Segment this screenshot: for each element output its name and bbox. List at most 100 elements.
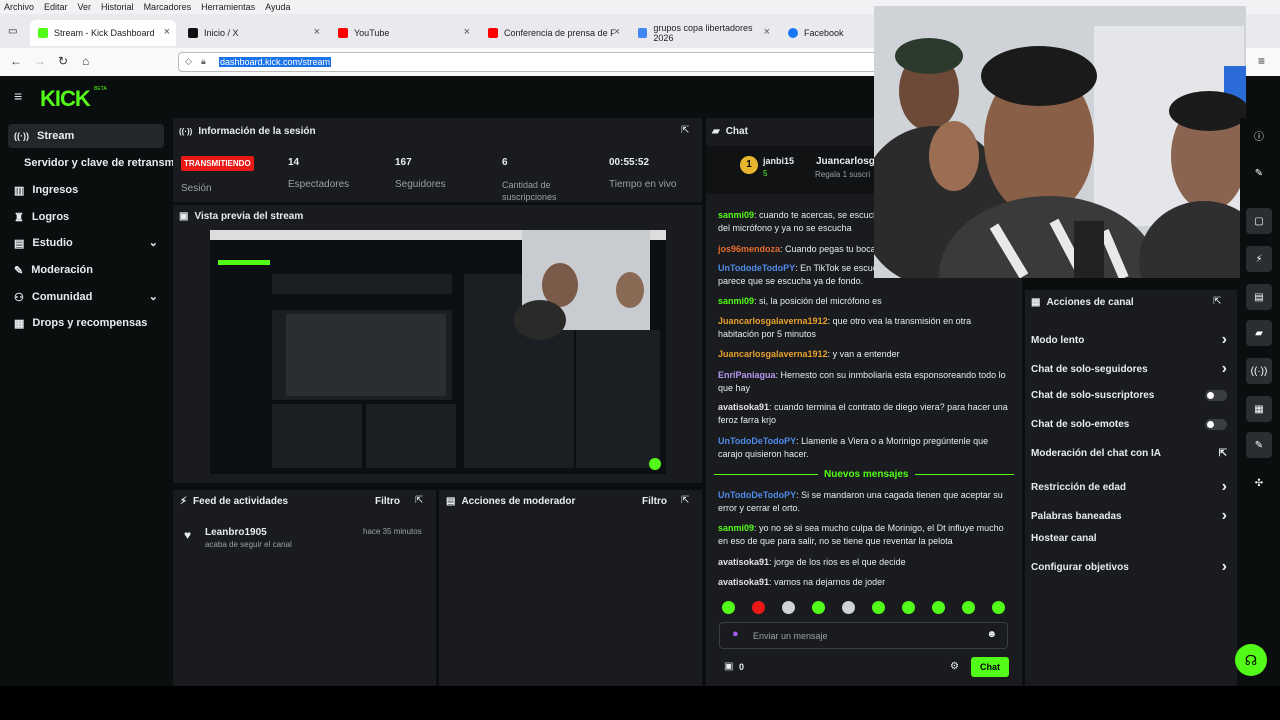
chat-username[interactable]: sanmi09 <box>718 296 754 306</box>
chevron-right-icon[interactable]: › <box>1222 331 1227 349</box>
channel-action-item[interactable]: Restricción de edad › <box>1031 478 1227 496</box>
sidebar-item-logros[interactable]: ♜ Logros <box>8 205 164 229</box>
channel-action-item[interactable]: Chat de solo-seguidores › <box>1031 360 1227 378</box>
pinned-user-2[interactable]: Juancarlosg <box>816 156 875 167</box>
chat-username[interactable]: UnTododeTodoPY <box>718 263 795 273</box>
sidebar-item-comunidad[interactable]: ⚇ Comunidad ⌄ <box>8 285 164 309</box>
chevron-right-icon[interactable]: › <box>1222 558 1227 576</box>
expand-icon[interactable]: ⇱ <box>681 495 689 506</box>
channel-action-item[interactable]: Modo lento › <box>1031 331 1227 349</box>
chevron-down-icon[interactable]: ⌄ <box>149 290 158 303</box>
sidebar-item-stream[interactable]: ((·)) Stream <box>8 124 164 148</box>
chevron-right-icon[interactable]: › <box>1222 478 1227 496</box>
toggle-switch[interactable] <box>1205 419 1227 430</box>
sidebar-item-estudio[interactable]: ▤ Estudio ⌄ <box>8 231 164 255</box>
tab-list-icon[interactable]: ▭ <box>8 26 17 37</box>
chevron-down-icon[interactable]: ⌄ <box>149 236 158 249</box>
emote-icon[interactable] <box>812 601 825 614</box>
menu-editar[interactable]: Editar <box>44 2 68 12</box>
tab-x[interactable]: Inicio / X × <box>180 20 326 46</box>
chat-username[interactable]: avatisoka91 <box>718 577 769 587</box>
chat-username[interactable]: UnTodoDeTodoPY <box>718 436 796 446</box>
lock-icon[interactable]: 🔒︎ <box>201 56 206 67</box>
activity-user[interactable]: Leanbro1905 <box>205 527 267 538</box>
emote-icon[interactable] <box>722 601 735 614</box>
expand-icon[interactable]: ⇱ <box>681 125 689 136</box>
emote-icon[interactable] <box>872 601 885 614</box>
tab-facebook[interactable]: Facebook <box>780 20 870 46</box>
tab-youtube[interactable]: YouTube × <box>330 20 476 46</box>
chat-username[interactable]: Juancarlosgalaverna1912 <box>718 316 828 326</box>
stream-preview-video[interactable] <box>210 230 666 474</box>
microphone-icon[interactable]: ● <box>732 628 739 640</box>
edit-icon[interactable]: ✎ <box>1246 160 1272 186</box>
info-icon[interactable]: ⓘ <box>1246 122 1272 148</box>
close-icon[interactable]: × <box>464 26 470 38</box>
chat-username[interactable]: avatisoka91 <box>718 402 769 412</box>
settings-gear-icon[interactable]: ⚙ <box>950 661 959 672</box>
chevron-right-icon[interactable]: › <box>1222 360 1227 378</box>
menu-herramientas[interactable]: Herramientas <box>201 2 255 12</box>
back-icon[interactable]: ← <box>10 54 22 68</box>
tab-grupos[interactable]: grupos copa libertadores 2026 × <box>630 20 776 46</box>
emote-icon[interactable] <box>782 601 795 614</box>
emote-icon[interactable] <box>962 601 975 614</box>
layout-icon[interactable]: ▦ <box>1246 396 1272 422</box>
sidebar-item-drops[interactable]: ▦ Drops y recompensas <box>8 311 164 335</box>
tab-kick-dashboard[interactable]: Stream - Kick Dashboard × <box>30 20 176 46</box>
external-link-icon[interactable]: ⇱ <box>1219 448 1227 459</box>
shield-icon[interactable]: ◇ <box>185 56 192 67</box>
chat-username[interactable]: avatisoka91 <box>718 557 769 567</box>
emote-icon[interactable] <box>842 601 855 614</box>
close-icon[interactable]: × <box>314 26 320 38</box>
emote-icon[interactable] <box>992 601 1005 614</box>
chat-username[interactable]: jos96mendoza <box>718 244 780 254</box>
emote-icon[interactable] <box>932 601 945 614</box>
close-icon[interactable]: × <box>614 26 620 38</box>
emoji-icon[interactable]: ☻ <box>986 629 997 640</box>
emote-icon[interactable] <box>902 601 915 614</box>
channel-action-item[interactable]: Chat de solo-emotes <box>1031 419 1227 430</box>
app-menu-icon[interactable]: ≡ <box>1258 54 1265 68</box>
address-bar[interactable]: ◇ 🔒︎ dashboard.kick.com/stream <box>178 52 878 72</box>
chat-username[interactable]: sanmi09 <box>718 523 754 533</box>
chat-bubble-icon[interactable]: ▰ <box>1246 320 1272 346</box>
pinned-user[interactable]: janbi15 <box>763 156 794 166</box>
kick-logo[interactable]: KICK <box>40 86 91 112</box>
document-icon[interactable]: ▤ <box>1246 284 1272 310</box>
chat-username[interactable]: UnTodoDeTodoPY <box>718 490 796 500</box>
close-icon[interactable]: × <box>764 26 770 38</box>
activity-filter-button[interactable]: Filtro <box>375 496 400 507</box>
expand-icon[interactable]: ⇱ <box>415 495 423 506</box>
chat-username[interactable]: EnriPaniagua <box>718 370 776 380</box>
url-text[interactable]: dashboard.kick.com/stream <box>219 57 332 67</box>
bolt-icon[interactable]: ⚡︎ <box>1246 246 1272 272</box>
gift-icon[interactable]: ▣ <box>724 661 733 672</box>
chat-send-button[interactable]: Chat <box>971 657 1009 677</box>
chat-username[interactable]: sanmi09 <box>718 210 754 220</box>
emote-icon[interactable] <box>752 601 765 614</box>
close-icon[interactable]: × <box>164 26 170 38</box>
puzzle-icon[interactable]: ✣ <box>1246 470 1272 496</box>
channel-action-item[interactable]: Chat de solo-suscriptores <box>1031 390 1227 401</box>
chat-username[interactable]: Juancarlosgalaverna1912 <box>718 349 828 359</box>
channel-action-item[interactable]: Configurar objetivos › <box>1031 558 1227 576</box>
toggle-switch[interactable] <box>1205 390 1227 401</box>
sidebar-item-servidor[interactable]: Servidor y clave de retransm <box>8 151 178 175</box>
channel-action-item[interactable]: Palabras baneadas › <box>1031 507 1227 525</box>
support-icon[interactable]: ☊ <box>1235 644 1267 676</box>
channel-action-item[interactable]: Moderación del chat con IA ⇱ <box>1031 448 1227 459</box>
tab-conferencia[interactable]: Conferencia de prensa de Franc × <box>480 20 626 46</box>
moderator-filter-button[interactable]: Filtro <box>642 496 667 507</box>
chevron-right-icon[interactable]: › <box>1222 507 1227 525</box>
home-icon[interactable]: ⌂ <box>82 54 89 68</box>
menu-ayuda[interactable]: Ayuda <box>265 2 290 12</box>
broadcast-icon[interactable]: ((·)) <box>1246 358 1272 384</box>
menu-archivo[interactable]: Archivo <box>4 2 34 12</box>
menu-historial[interactable]: Historial <box>101 2 134 12</box>
expand-icon[interactable]: ⇱ <box>1213 296 1221 307</box>
reload-icon[interactable]: ↻ <box>58 54 68 68</box>
channel-action-item[interactable]: Hostear canal <box>1031 533 1227 544</box>
menu-ver[interactable]: Ver <box>78 2 92 12</box>
forward-icon[interactable]: → <box>34 54 46 68</box>
